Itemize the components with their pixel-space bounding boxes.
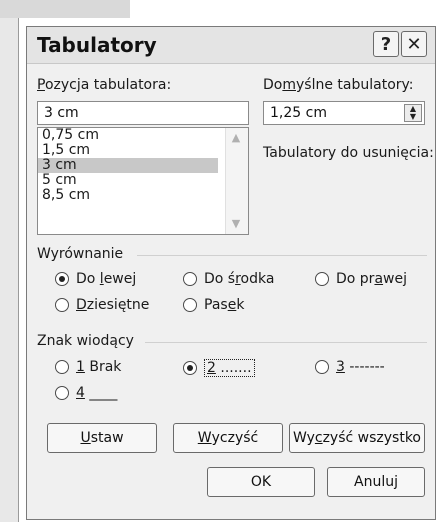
alignment-radio-label: Do lewej [76, 271, 137, 287]
radio-icon[interactable] [315, 360, 329, 374]
tab-position-label: Pozycja tabulatora: [37, 77, 172, 93]
radio-icon[interactable] [55, 386, 69, 400]
background-divider [18, 18, 19, 522]
radio-icon[interactable] [183, 361, 197, 375]
alignment-radio-label: Dziesiętne [76, 297, 150, 313]
radio-icon[interactable] [55, 298, 69, 312]
alignment-radio-3[interactable]: Do prawej [315, 271, 407, 287]
close-button[interactable]: ✕ [401, 31, 427, 57]
tab-position-list[interactable]: 0,75 cm 1,5 cm 3 cm 5 cm 8,5 cm ▲ ▼ [37, 127, 249, 235]
radio-icon[interactable] [315, 272, 329, 286]
tabs-dialog: Tabulatory ? ✕ Pozycja tabulatora: 3 cm … [26, 26, 436, 520]
tab-position-option[interactable]: 0,75 cm [38, 128, 218, 143]
background-strip [0, 0, 130, 18]
dialog-title: Tabulatory [37, 33, 157, 57]
radio-icon[interactable] [55, 272, 69, 286]
leader-radio-label: 4 ____ [76, 385, 118, 401]
tab-position-option[interactable]: 5 cm [38, 173, 218, 188]
close-icon: ✕ [406, 33, 422, 55]
alignment-radio-5[interactable]: Pasek [183, 297, 244, 313]
leader-radio-label: 3 ------- [336, 359, 385, 375]
tab-position-option[interactable]: 3 cm [38, 158, 218, 173]
set-button[interactable]: Ustaw [47, 423, 157, 453]
title-bar[interactable]: Tabulatory ? ✕ [27, 27, 435, 64]
leader-radio-1[interactable]: 1 Brak [55, 359, 121, 375]
tab-position-items: 0,75 cm 1,5 cm 3 cm 5 cm 8,5 cm [38, 128, 248, 203]
radio-icon[interactable] [55, 360, 69, 374]
alignment-radio-label: Pasek [204, 297, 245, 313]
scroll-up-icon[interactable]: ▲ [230, 132, 242, 144]
cancel-button[interactable]: Anuluj [327, 467, 425, 497]
alignment-radio-2[interactable]: Do środka [183, 271, 274, 287]
alignment-radio-1[interactable]: Do lewej [55, 271, 136, 287]
help-icon: ? [380, 33, 392, 55]
alignment-radio-4[interactable]: Dziesiętne [55, 297, 149, 313]
alignment-group-label: Wyrównanie [37, 246, 124, 262]
list-scrollbar[interactable]: ▲ ▼ [225, 128, 248, 234]
leader-group-divider [145, 342, 427, 343]
default-tabs-spinner[interactable]: 1,25 cm ▲ ▼ [263, 101, 425, 125]
alignment-radio-label: Do środka [204, 271, 275, 287]
leader-group-label: Znak wiodący [37, 333, 134, 349]
background-margin [0, 18, 18, 522]
leader-radio-4[interactable]: 4 ____ [55, 385, 117, 401]
tab-position-input[interactable]: 3 cm [37, 101, 249, 125]
leader-radio-label: 2 ....... [204, 359, 255, 377]
leader-radio-2[interactable]: 2 ....... [183, 359, 255, 377]
radio-icon[interactable] [183, 272, 197, 286]
spin-updown-icon[interactable]: ▲ ▼ [404, 104, 422, 122]
default-tabs-label: Domyślne tabulatory: [263, 77, 414, 93]
leader-radio-3[interactable]: 3 ------- [315, 359, 385, 375]
tab-position-option[interactable]: 1,5 cm [38, 143, 218, 158]
help-button[interactable]: ? [373, 31, 399, 57]
alignment-radio-label: Do prawej [336, 271, 407, 287]
ok-button[interactable]: OK [207, 467, 315, 497]
tabs-to-clear-label: Tabulatory do usunięcia: [263, 145, 434, 161]
tab-position-option[interactable]: 8,5 cm [38, 188, 218, 203]
alignment-group-divider [137, 255, 427, 256]
radio-icon[interactable] [183, 298, 197, 312]
clear-all-button[interactable]: Wy c zyść wszystko [289, 423, 425, 453]
clear-button[interactable]: Wyczyść [173, 423, 283, 453]
scroll-down-icon[interactable]: ▼ [230, 218, 242, 230]
default-tabs-value: 1,25 cm [270, 105, 327, 121]
leader-radio-label: 1 Brak [76, 359, 122, 375]
